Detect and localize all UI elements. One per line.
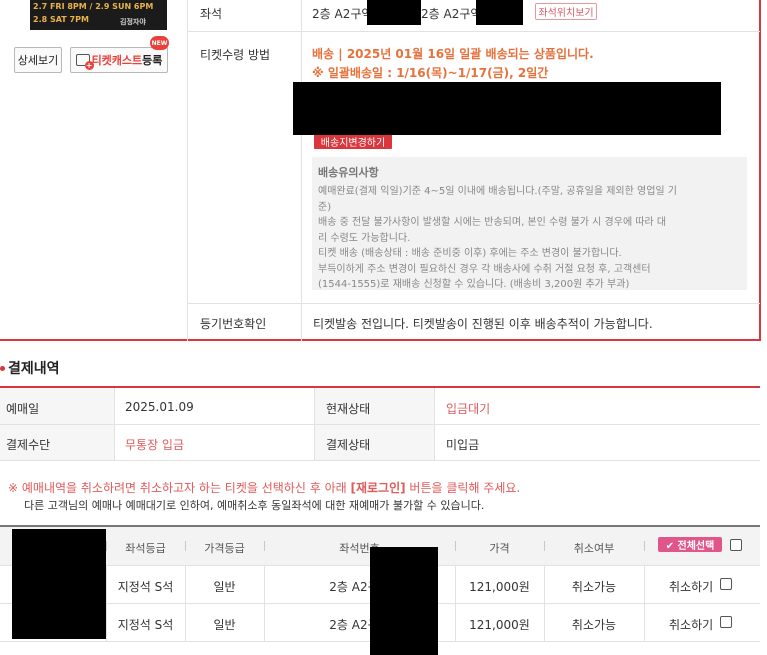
redacted-block	[12, 529, 106, 639]
change-address-button[interactable]: 배송지변경하기	[314, 133, 392, 149]
payment-method-value: 무통장 입금	[125, 438, 185, 452]
redacted-address	[293, 82, 721, 135]
select-all-checkbox[interactable]	[730, 539, 742, 551]
shipping-notice-line: 리 수령도 가능합니다.	[318, 232, 411, 244]
ticket-price-grade: 일반	[213, 618, 236, 632]
shipping-period-notice: ※ 일괄배송일 : 1/16(목)~1/17(금), 2일간	[312, 66, 549, 80]
column-divider	[434, 388, 435, 460]
shipping-notice-line: 배송 중 전달 불가사항이 발생할 시에는 반송되며, 본인 수령 불가 시 경…	[318, 217, 667, 228]
payment-section-title-text: 결제내역	[8, 361, 60, 377]
cancel-checkbox[interactable]	[720, 578, 732, 590]
current-status-label: 현재상태	[326, 402, 371, 416]
header-separator	[644, 541, 645, 551]
shipping-notice-line: 준)	[318, 201, 332, 213]
shipping-notice-line: 티켓 배송 (배송상태 : 배송 준비중 이후) 후에는 주소 변경이 불가합니…	[318, 248, 622, 259]
table-left-border	[187, 0, 188, 341]
seat-value-2: 2층 A2구역	[421, 7, 482, 21]
header-price-grade: 가격등급	[204, 542, 245, 555]
seat-location-label: 좌석위치보기	[538, 8, 594, 19]
cancel-instruction: ※ 예매내역을 취소하려면 취소하고자 하는 티켓을 선택하신 후 아래 [재로…	[8, 479, 520, 496]
shipping-notice-line: 예매완료(결제 익일)기준 4~5일 이내에 배송됩니다.(주말, 공휴일을 제…	[318, 186, 677, 197]
redacted-block	[370, 547, 438, 655]
payment-method-label: 결제수단	[6, 438, 51, 452]
row-divider	[187, 303, 760, 304]
payment-status-label: 결제상태	[326, 438, 371, 452]
current-status-value: 입금대기	[446, 402, 491, 416]
change-address-label: 배송지변경하기	[320, 137, 386, 149]
shipping-notice-title: 배송유의사항	[318, 166, 379, 179]
rebooking-warning: 다른 고객님의 예매나 예매대기로 인하여, 예매취소후 동일좌석에 대한 재예…	[24, 499, 485, 512]
shipping-notice-box: 배송유의사항 예매완료(결제 익일)기준 4~5일 이내에 배송됩니다.(주말,…	[312, 157, 747, 290]
seat-location-button[interactable]: 좌석위치보기	[535, 3, 597, 20]
receive-method-label: 티켓수령 방법	[200, 48, 271, 62]
select-all-label: ✔ 전체선택	[665, 541, 715, 552]
ticket-cancellable: 취소가능	[571, 580, 617, 594]
ticket-price: 121,000원	[469, 580, 530, 594]
column-divider	[644, 565, 645, 641]
row-divider	[187, 31, 760, 32]
registered-number-label: 등기번호확인	[200, 317, 267, 331]
seat-value: 2층 A2구역	[312, 7, 373, 21]
ticket-seat-grade: 지정석 S석	[117, 580, 174, 594]
redacted-block	[367, 0, 421, 25]
payment-status-value: 미입금	[446, 438, 480, 452]
column-divider	[114, 388, 115, 460]
booking-date-label: 예매일	[6, 402, 40, 416]
ticket-price-grade: 일반	[213, 580, 236, 594]
redacted-block	[476, 0, 523, 25]
relogin-emphasis: [재로그인]	[350, 481, 406, 495]
booking-date-value: 2025.01.09	[125, 400, 194, 414]
cancel-label: 취소하기	[669, 618, 714, 632]
registered-number-status: 티켓발송 전입니다. 티켓발송이 진행된 이후 배송추적이 가능합니다.	[313, 317, 653, 331]
ticket-price: 121,000원	[469, 618, 530, 632]
shipping-notice-line: (1544-1555)로 재배송 신청할 수 있습니다. (배송비 3,200원…	[318, 279, 630, 290]
cancel-label: 취소하기	[669, 580, 714, 594]
payment-section-title: 결제내역	[0, 358, 60, 378]
header-cancellable: 취소여부	[573, 542, 615, 555]
ticket-cancellable: 취소가능	[571, 618, 617, 632]
cancel-instruction-prefix: ※ 예매내역을 취소하려면 취소하고자 하는 티켓을 선택하신 후 아래	[8, 481, 351, 495]
shipping-notice-line: 부득이하게 주소 변경이 필요하신 경우 각 배송사에 수취 거절 요청 후, …	[318, 263, 651, 275]
cancel-checkbox[interactable]	[720, 616, 732, 628]
cancel-instruction-suffix: 버튼을 클릭해 주세요.	[405, 481, 521, 495]
header-price: 가격	[489, 542, 510, 555]
select-all-button[interactable]: ✔ 전체선택	[658, 537, 722, 552]
seat-label: 좌석	[200, 7, 223, 21]
column-divider	[314, 388, 315, 460]
header-seat-grade: 좌석등급	[125, 542, 166, 555]
ticket-seat-grade: 지정석 S석	[117, 618, 174, 632]
table-column-divider	[301, 0, 302, 341]
row-divider	[0, 460, 760, 461]
section-bullet-icon	[0, 365, 5, 371]
shipping-date-notice: 배송 | 2025년 01월 16일 일괄 배송되는 상품입니다.	[312, 47, 594, 61]
